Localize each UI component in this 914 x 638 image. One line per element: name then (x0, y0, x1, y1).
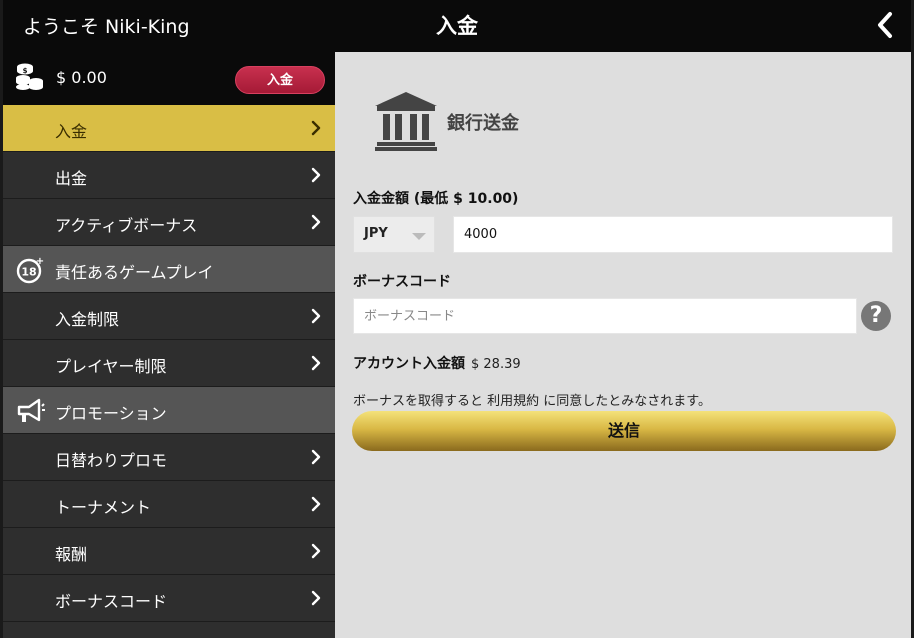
sidebar-item-9[interactable]: 報酬 (3, 528, 335, 575)
help-icon[interactable]: ? (861, 301, 891, 331)
chevron-right-icon (311, 120, 321, 136)
chevron-right-icon (311, 214, 321, 230)
chevron-right-icon (311, 590, 321, 606)
account-deposit-label: アカウント入金額 (353, 356, 465, 372)
svg-text:18: 18 (21, 266, 36, 279)
sidebar-item-label: プレイヤー制限 (55, 357, 167, 376)
sidebar-section-6: プロモーション (3, 387, 335, 434)
bank-icon (375, 92, 437, 151)
sidebar-item-2[interactable]: アクティブボーナス (3, 199, 335, 246)
sidebar-item-8[interactable]: トーナメント (3, 481, 335, 528)
sidebar-item-label: 報酬 (55, 545, 88, 564)
sidebar-item-0[interactable]: 入金 (3, 105, 335, 152)
chevron-right-icon (311, 496, 321, 512)
deposit-button[interactable]: 入金 (235, 66, 325, 94)
svg-text:$: $ (23, 67, 28, 75)
bonus-code-input[interactable] (353, 298, 857, 334)
sidebar-item-label: 日替わりプロモ (55, 451, 168, 470)
balance-amount: $ 0.00 (56, 68, 107, 87)
sidebar-item-label: アクティブボーナス (55, 216, 198, 235)
account-deposit-value: $ 28.39 (471, 357, 521, 372)
deposit-app: ようこそ Niki-King 入金 $ $ 0.00 入金 入金出金 アクティブ… (0, 0, 914, 638)
svg-text:+: + (36, 256, 44, 267)
sidebar-item-label: プロモーション (55, 404, 167, 423)
sidebar-item-label: 入金制限 (55, 310, 120, 329)
min-amount-label: (最低 $ 10.00) (413, 191, 519, 207)
account-deposit-row: アカウント入金額 $ 28.39 (353, 353, 521, 373)
age-18-icon: 18 + (15, 255, 45, 285)
terms-text: ボーナスを取得すると 利用規約 に同意したとみなされます。 (353, 394, 711, 409)
sidebar-item-7[interactable]: 日替わりプロモ (3, 434, 335, 481)
sidebar-item-label: トーナメント (55, 498, 152, 517)
bonus-code-label: ボーナスコード (353, 274, 451, 290)
currency-value: JPY (364, 226, 388, 241)
amount-label: 入金金額 (353, 191, 409, 207)
megaphone-icon (15, 396, 45, 426)
sidebar-item-label: 入金 (55, 122, 88, 141)
coins-icon: $ (16, 63, 43, 90)
currency-select[interactable]: JPY (353, 216, 435, 253)
payment-method-title: 銀行送金 (447, 113, 519, 134)
chevron-right-icon (311, 355, 321, 371)
caret-down-icon (412, 233, 426, 240)
top-header: ようこそ Niki-King 入金 (3, 0, 911, 52)
sidebar-item-label: 責任あるゲームプレイ (55, 263, 214, 282)
deposit-panel: 銀行送金 入金金額 (最低 $ 10.00) JPY ボーナスコード ? アカウ… (335, 52, 911, 638)
sidebar-section-3: 18 + 責任あるゲームプレイ (3, 246, 335, 293)
chevron-right-icon (311, 167, 321, 183)
chevron-right-icon (311, 308, 321, 324)
chevron-right-icon (311, 449, 321, 465)
sidebar-item-5[interactable]: プレイヤー制限 (3, 340, 335, 387)
sidebar-item-1[interactable]: 出金 (3, 152, 335, 199)
sidebar: $ $ 0.00 入金 入金 出金 アクティブボーナス 18 + 責任あるゲームプレイ 入金… (3, 52, 335, 638)
page-title: 入金 (436, 14, 478, 38)
sidebar-item-label: 出金 (55, 169, 88, 188)
amount-label-group: 入金金額 (最低 $ 10.00) (353, 188, 518, 208)
submit-button[interactable]: 送信 (352, 411, 896, 451)
balance-row: $ $ 0.00 入金 (3, 52, 335, 105)
chevron-right-icon (311, 543, 321, 559)
amount-input[interactable] (453, 216, 893, 253)
sidebar-item-10[interactable]: ボーナスコード (3, 575, 335, 622)
sidebar-item-label: ボーナスコード (55, 592, 168, 611)
chevron-left-icon[interactable] (873, 10, 897, 40)
sidebar-item-4[interactable]: 入金制限 (3, 293, 335, 340)
